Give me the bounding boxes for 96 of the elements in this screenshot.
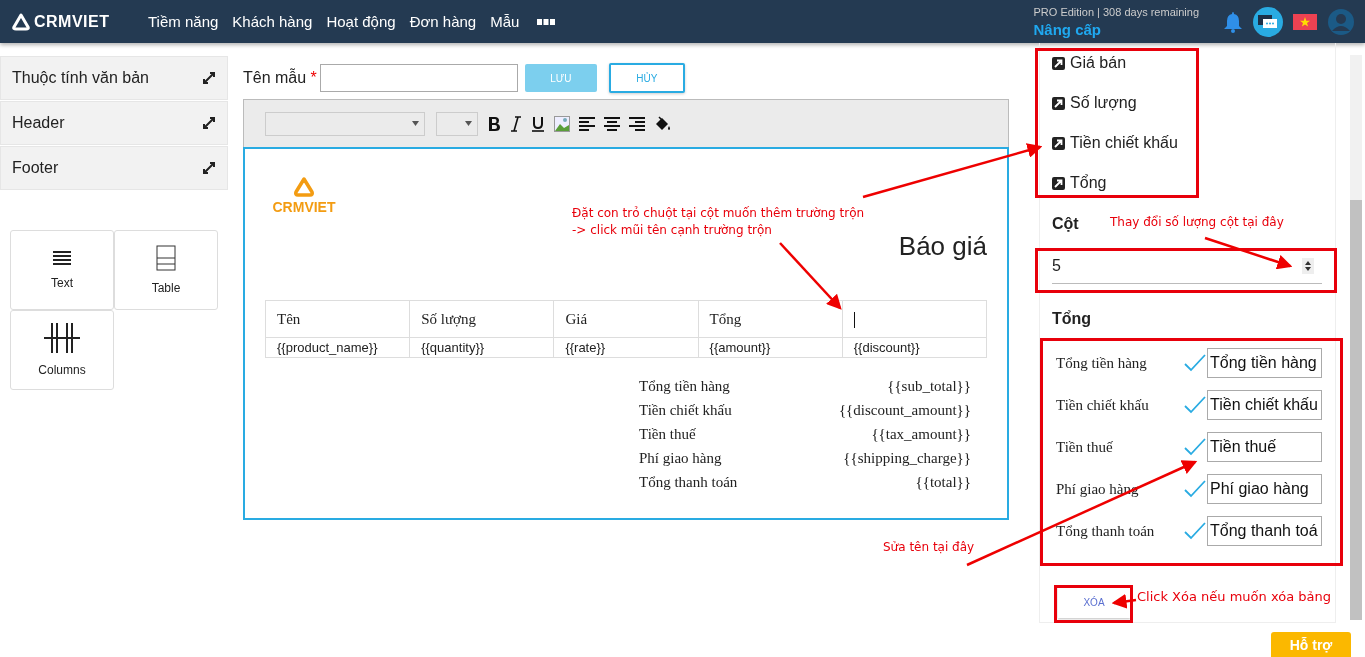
annotation-arrow: [1111, 593, 1137, 609]
image-icon[interactable]: [554, 115, 570, 132]
total-name-input[interactable]: Tổng tiền hàng: [1207, 348, 1322, 378]
insert-arrow-icon: [1052, 176, 1065, 190]
table-cell[interactable]: {{product_name}}: [265, 337, 410, 358]
editor-canvas[interactable]: [243, 147, 1009, 520]
caret-icon: [412, 121, 419, 126]
document-title: Báo giá: [897, 231, 987, 262]
table-header-cell[interactable]: [842, 300, 987, 338]
nav-menu-item[interactable]: Tiềm năng: [148, 13, 219, 30]
merge-field-item[interactable]: Giá bán: [1052, 43, 1322, 83]
widget-tile[interactable]: Columns: [10, 310, 114, 390]
sidebar-panel[interactable]: Header: [0, 101, 228, 145]
section-label: Tổng: [1052, 310, 1092, 328]
total-value: {{total}}: [915, 473, 971, 491]
align-right-icon[interactable]: [629, 116, 645, 131]
checkmark-icon[interactable]: [1184, 480, 1206, 498]
insert-arrow-icon: [1052, 96, 1065, 110]
widget-tile[interactable]: Table: [114, 230, 218, 310]
total-value: {{tax_amount}}: [871, 425, 971, 443]
merge-field-item[interactable]: Tổng: [1052, 163, 1322, 203]
table-header-cell[interactable]: Giá: [553, 300, 699, 338]
columns-icon: [44, 323, 80, 353]
sidebar-panel[interactable]: Thuộc tính văn bản: [0, 56, 228, 100]
merge-field-item[interactable]: Số lượng: [1052, 83, 1322, 123]
table-cell[interactable]: {{discount}}: [842, 337, 987, 358]
total-row-label: Tiền chiết khấu: [1056, 396, 1150, 414]
logo-icon: [293, 177, 315, 197]
edition-info: PRO Edition | 308 days remaining: [1033, 5, 1199, 18]
sidebar-panel[interactable]: Footer: [0, 146, 228, 190]
total-value: {{discount_amount}}: [838, 401, 971, 419]
total-name-input[interactable]: Tiền chiết khấu: [1207, 390, 1322, 420]
underline-icon[interactable]: [531, 115, 545, 132]
total-row-label: Tổng tiền hàng: [1056, 354, 1148, 372]
merge-field-item[interactable]: Tiền chiết khấu: [1052, 123, 1322, 163]
total-name-input[interactable]: Tổng thanh toá: [1207, 516, 1322, 546]
expand-icon[interactable]: [202, 161, 216, 175]
table-header-cell[interactable]: Tổng: [698, 300, 843, 338]
table-icon: [156, 245, 176, 271]
widget-tile[interactable]: Text: [10, 230, 114, 310]
text-cursor: [853, 311, 855, 328]
total-row-label: Tổng thanh toán: [1056, 522, 1156, 540]
annotation-note: Đặt con trỏ chuột tại cột muốn thêm trường trộn: [572, 206, 865, 220]
annotation-note: Thay đổi số lượng cột tại đây: [1110, 215, 1284, 229]
template-name-input[interactable]: [319, 64, 518, 92]
nav-menu-item[interactable]: Mẫu: [490, 13, 520, 30]
table-header-cell[interactable]: Số lượng: [409, 300, 554, 338]
annotation-note: Sửa tên tại đây: [883, 540, 975, 554]
checkmark-icon[interactable]: [1184, 354, 1206, 372]
insert-arrow-icon: [1052, 56, 1065, 70]
annotation-note: Click Xóa nếu muốn xóa bảng: [1137, 589, 1331, 604]
annotation-note: -> click mũi tên cạnh trường trộn: [572, 223, 773, 237]
upgrade-link[interactable]: Nâng cấp: [1033, 20, 1199, 38]
align-left-icon[interactable]: [579, 116, 595, 131]
bold-icon[interactable]: [487, 115, 501, 132]
column-count-field[interactable]: 5: [1052, 249, 1322, 284]
insert-arrow-icon: [1052, 136, 1065, 150]
bell-icon[interactable]: [1223, 10, 1243, 33]
scrollbar[interactable]: [1350, 55, 1362, 620]
italic-icon[interactable]: [510, 115, 522, 132]
spinner-icon[interactable]: [1302, 258, 1314, 274]
total-label: Tổng tiền hàng: [639, 377, 730, 395]
annotation-arrow: [779, 242, 842, 310]
total-value: {{shipping_charge}}: [843, 449, 971, 467]
table-header-cell[interactable]: Tên: [265, 300, 410, 338]
table-cell[interactable]: {{rate}}: [553, 337, 699, 358]
paint-bucket-icon[interactable]: [654, 115, 671, 132]
checkmark-icon[interactable]: [1184, 522, 1206, 540]
total-name-input[interactable]: Tiền thuế: [1207, 432, 1322, 462]
table-cell[interactable]: {{quantity}}: [409, 337, 554, 358]
align-center-icon[interactable]: [604, 116, 620, 131]
total-label: Tiền thuế: [639, 425, 696, 443]
total-name-input[interactable]: Phí giao hàng: [1207, 474, 1322, 504]
chat-icon[interactable]: [1253, 6, 1283, 37]
total-value: {{sub_total}}: [887, 377, 971, 395]
nav-menu-item[interactable]: Đơn hàng: [409, 13, 477, 30]
caret-icon: [465, 121, 472, 126]
field-label: Tên mẫu *: [243, 69, 317, 87]
total-label: Phí giao hàng: [639, 449, 722, 467]
checkmark-icon[interactable]: [1184, 438, 1206, 456]
logo-icon: [12, 12, 30, 31]
expand-icon[interactable]: [202, 116, 216, 130]
total-row-label: Tiền thuế: [1056, 438, 1114, 456]
expand-icon[interactable]: [202, 71, 216, 85]
total-label: Tiền chiết khấu: [639, 401, 732, 419]
logo-text[interactable]: CRMVIET: [34, 12, 110, 31]
section-label: Cột: [1052, 215, 1079, 233]
logo-text: CRMVIET: [272, 199, 336, 215]
flag-icon[interactable]: [1293, 13, 1317, 30]
checkmark-icon[interactable]: [1184, 396, 1206, 414]
table-cell[interactable]: {{amount}}: [698, 337, 843, 358]
more-icon[interactable]: [537, 18, 556, 25]
lines-icon: [53, 250, 71, 266]
nav-menu-item[interactable]: Hoạt động: [326, 13, 396, 30]
total-label: Tổng thanh toán: [639, 473, 738, 491]
nav-menu-item[interactable]: Khách hàng: [232, 13, 313, 30]
